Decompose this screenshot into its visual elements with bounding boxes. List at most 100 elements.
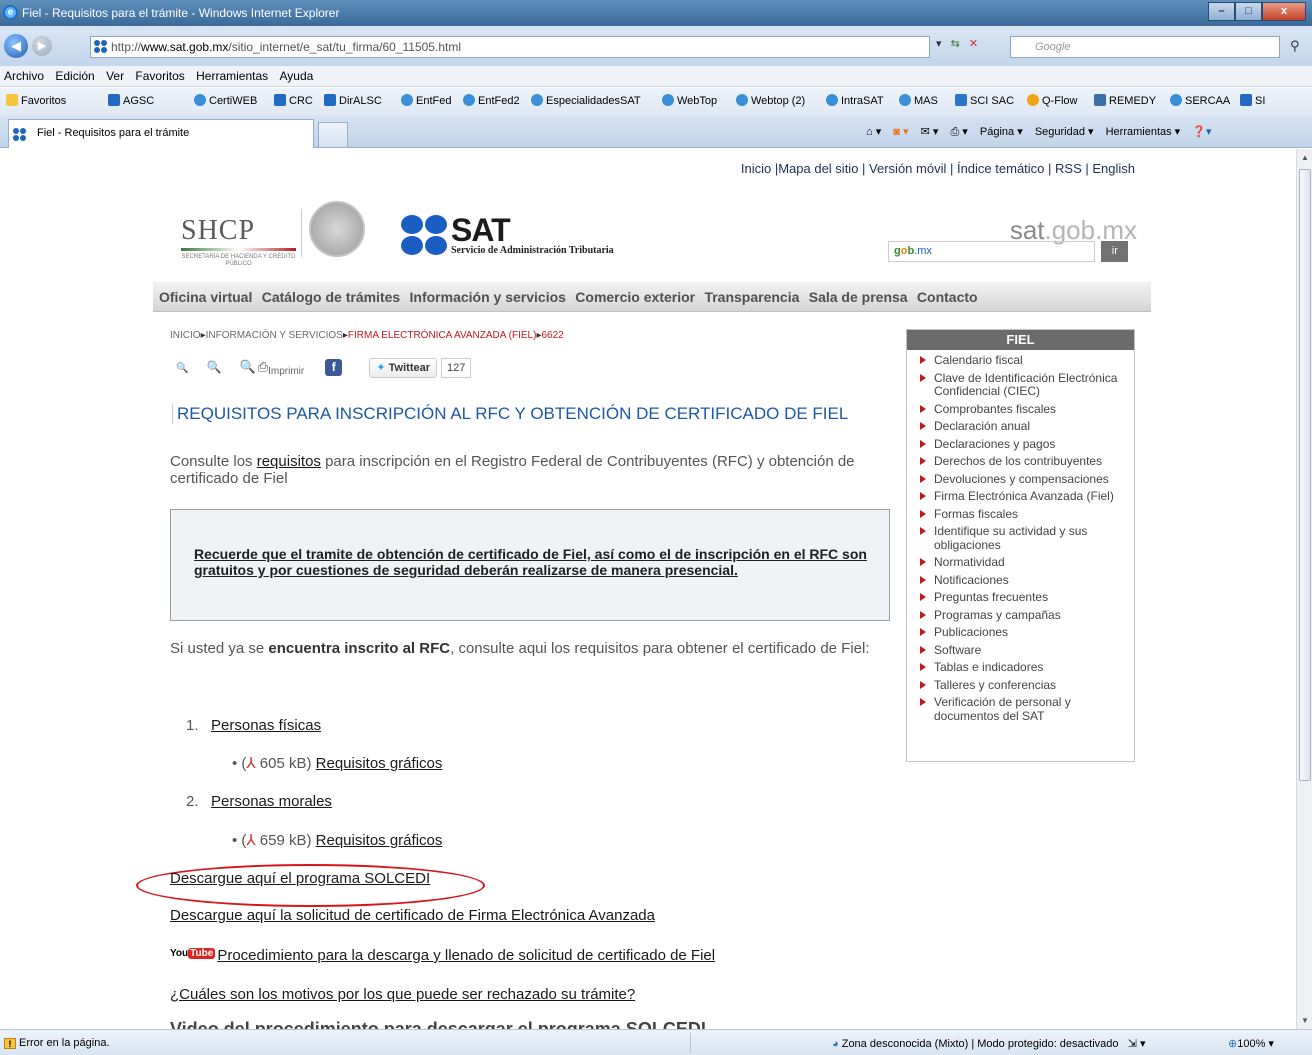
- sidebar-item[interactable]: Identifique su actividad y sus obligacio…: [920, 524, 1134, 552]
- personas-morales-link[interactable]: Personas morales: [211, 793, 332, 810]
- maximize-button[interactable]: □: [1235, 2, 1262, 21]
- page-menu[interactable]: Página ▾: [980, 126, 1023, 138]
- forward-button[interactable]: ▶: [32, 36, 52, 56]
- link-english[interactable]: English: [1092, 161, 1135, 176]
- new-tab-button[interactable]: [318, 122, 348, 147]
- procedimiento-link[interactable]: You Tube Procedimiento para la descarga y …: [170, 947, 715, 964]
- feeds-icon[interactable]: ◙ ▾: [893, 126, 908, 138]
- crumb-informacion[interactable]: INFORMACIÓN Y SERVICIOS: [206, 330, 343, 341]
- shcp-logo[interactable]: SHCP SECRETARÍA DE HACIENDA Y CRÉDITO PÚ…: [181, 215, 296, 268]
- favorite-entfed[interactable]: EntFed: [401, 94, 451, 107]
- link-indice-tematico[interactable]: Índice temático: [957, 161, 1044, 176]
- link-inicio[interactable]: Inicio: [741, 161, 771, 176]
- sidebar-item[interactable]: Comprobantes fiscales: [920, 402, 1134, 417]
- favorite-intrasat[interactable]: IntraSAT: [826, 94, 884, 107]
- menu-favoritos[interactable]: Favoritos: [135, 66, 184, 86]
- crumb-fiel[interactable]: FIRMA ELECTRÓNICA AVANZADA (FIEL): [348, 330, 537, 341]
- search-icon[interactable]: ⚲: [1290, 38, 1300, 54]
- favorite-sercaa[interactable]: SERCAA: [1170, 94, 1230, 107]
- sidebar-item[interactable]: Publicaciones: [920, 625, 1134, 640]
- security-zone[interactable]: ◕ Zona desconocida (Mixto) | Modo proteg…: [832, 1037, 1145, 1050]
- twitter-button[interactable]: ✦ Twittear: [369, 358, 437, 378]
- sidebar-item[interactable]: Verificación de personal y documentos de…: [920, 695, 1134, 723]
- scroll-thumb[interactable]: [1299, 169, 1311, 781]
- vertical-scrollbar[interactable]: ▲ ▼: [1296, 149, 1312, 1029]
- favorite-mas[interactable]: MAS: [899, 94, 938, 107]
- minimize-button[interactable]: –: [1208, 2, 1235, 21]
- sidebar-item[interactable]: Devoluciones y compensaciones: [920, 472, 1134, 487]
- sidebar-item[interactable]: Calendario fiscal: [920, 353, 1134, 368]
- sidebar-item[interactable]: Preguntas frecuentes: [920, 590, 1134, 605]
- sidebar-item[interactable]: Declaración anual: [920, 419, 1134, 434]
- protected-mode-icon[interactable]: ⇲ ▾: [1128, 1038, 1146, 1050]
- nav-sala-prensa[interactable]: Sala de prensa: [809, 282, 908, 312]
- menu-edicion[interactable]: Edición: [55, 66, 94, 86]
- favorite-qflow[interactable]: Q-Flow: [1027, 94, 1077, 107]
- close-button[interactable]: x: [1262, 2, 1306, 21]
- requisitos-link[interactable]: requisitos: [257, 453, 321, 470]
- favorite-webtop-2[interactable]: Webtop (2): [736, 94, 805, 107]
- sidebar-item[interactable]: Programas y campañas: [920, 608, 1134, 623]
- zoom-in-icon[interactable]: 🔍: [240, 359, 256, 375]
- sidebar-item[interactable]: Software: [920, 643, 1134, 658]
- favorite-diralsc[interactable]: DirALSC: [324, 94, 382, 107]
- favorites-button[interactable]: Favoritos: [6, 94, 66, 107]
- security-menu[interactable]: Seguridad ▾: [1035, 126, 1094, 138]
- favorite-crc[interactable]: CRC: [274, 94, 313, 107]
- link-mapa-del-sitio[interactable]: Mapa del sitio: [778, 161, 858, 176]
- facebook-icon[interactable]: f: [325, 359, 343, 376]
- solcedi-download-link[interactable]: Descargue aquí el programa SOLCEDI: [170, 870, 430, 887]
- sidebar-item[interactable]: Derechos de los contribuyentes: [920, 454, 1134, 469]
- favorite-especialidadessat[interactable]: EspecialidadesSAT: [531, 94, 641, 107]
- nav-informacion-servicios[interactable]: Información y servicios: [410, 282, 566, 312]
- zoom-reset-icon[interactable]: 🔍: [207, 360, 222, 374]
- requisitos-graficos-morales-link[interactable]: Requisitos gráficos: [316, 832, 443, 849]
- menu-ayuda[interactable]: Ayuda: [280, 66, 314, 86]
- sidebar-item[interactable]: Clave de Identificación Electrónica Conf…: [920, 371, 1134, 399]
- sidebar-item[interactable]: Talleres y conferencias: [920, 678, 1134, 693]
- nav-oficina-virtual[interactable]: Oficina virtual: [159, 282, 252, 312]
- print-link[interactable]: Imprimir: [268, 366, 304, 377]
- favorite-certiweb[interactable]: CertiWEB: [194, 94, 257, 107]
- print-page-icon[interactable]: ⎙: [258, 359, 268, 375]
- link-rss[interactable]: RSS: [1055, 161, 1082, 176]
- nav-comercio-exterior[interactable]: Comercio exterior: [575, 282, 695, 312]
- nav-contacto[interactable]: Contacto: [917, 282, 978, 312]
- menu-herramientas[interactable]: Herramientas: [196, 66, 268, 86]
- sidebar-item[interactable]: Tablas e indicadores: [920, 660, 1134, 675]
- address-input[interactable]: http://www.sat.gob.mx/sitio_internet/e_s…: [90, 36, 930, 58]
- favorite-entfed2[interactable]: EntFed2: [463, 94, 520, 107]
- sat-logo[interactable]: SAT Servicio de Administración Tributari…: [401, 214, 614, 256]
- favorite-si[interactable]: SI: [1240, 94, 1265, 107]
- refresh-icon[interactable]: ⇆: [951, 38, 960, 50]
- print-icon[interactable]: ⎙ ▾: [950, 126, 967, 138]
- sidebar-item[interactable]: Declaraciones y pagos: [920, 437, 1134, 452]
- mail-icon[interactable]: ✉ ▾: [921, 126, 939, 138]
- site-search-button[interactable]: ir: [1101, 241, 1129, 262]
- solicitud-download-link[interactable]: Descargue aquí la solicitud de certifica…: [170, 907, 655, 924]
- sidebar-item[interactable]: Formas fiscales: [920, 507, 1134, 522]
- dropdown-arrow-icon[interactable]: ▾: [936, 38, 942, 50]
- back-button[interactable]: ◀: [4, 34, 28, 58]
- crumb-inicio[interactable]: INICIO: [170, 330, 201, 341]
- home-icon[interactable]: ⌂ ▾: [866, 126, 881, 138]
- help-icon[interactable]: ❓▾: [1192, 126, 1211, 138]
- requisitos-graficos-fisicas-link[interactable]: Requisitos gráficos: [316, 755, 443, 772]
- menu-ver[interactable]: Ver: [106, 66, 124, 86]
- favorite-remedy[interactable]: REMEDY: [1094, 94, 1156, 107]
- favorite-agsc[interactable]: AGSC: [108, 94, 154, 107]
- video-link[interactable]: Video del procedimiento para descargar e…: [170, 1019, 706, 1029]
- nav-transparencia[interactable]: Transparencia: [704, 282, 799, 312]
- tab-fiel[interactable]: Fiel - Requisitos para el trámite: [8, 119, 314, 148]
- personas-fisicas-link[interactable]: Personas físicas: [211, 717, 321, 734]
- sidebar-item[interactable]: Normatividad: [920, 555, 1134, 570]
- sidebar-item[interactable]: Notificaciones: [920, 573, 1134, 588]
- search-input[interactable]: Google: [1010, 36, 1280, 58]
- nav-catalogo-tramites[interactable]: Catálogo de trámites: [262, 282, 400, 312]
- motivos-rechazo-link[interactable]: ¿Cuáles son los motivos por los que pued…: [170, 986, 635, 1003]
- link-version-movil[interactable]: Versión móvil: [869, 161, 946, 176]
- zoom-out-icon[interactable]: 🔍: [176, 363, 188, 374]
- zoom-level[interactable]: ⊕100% ▾: [1228, 1037, 1274, 1050]
- menu-archivo[interactable]: Archivo: [4, 66, 44, 86]
- scroll-up-icon[interactable]: ▲: [1301, 153, 1309, 162]
